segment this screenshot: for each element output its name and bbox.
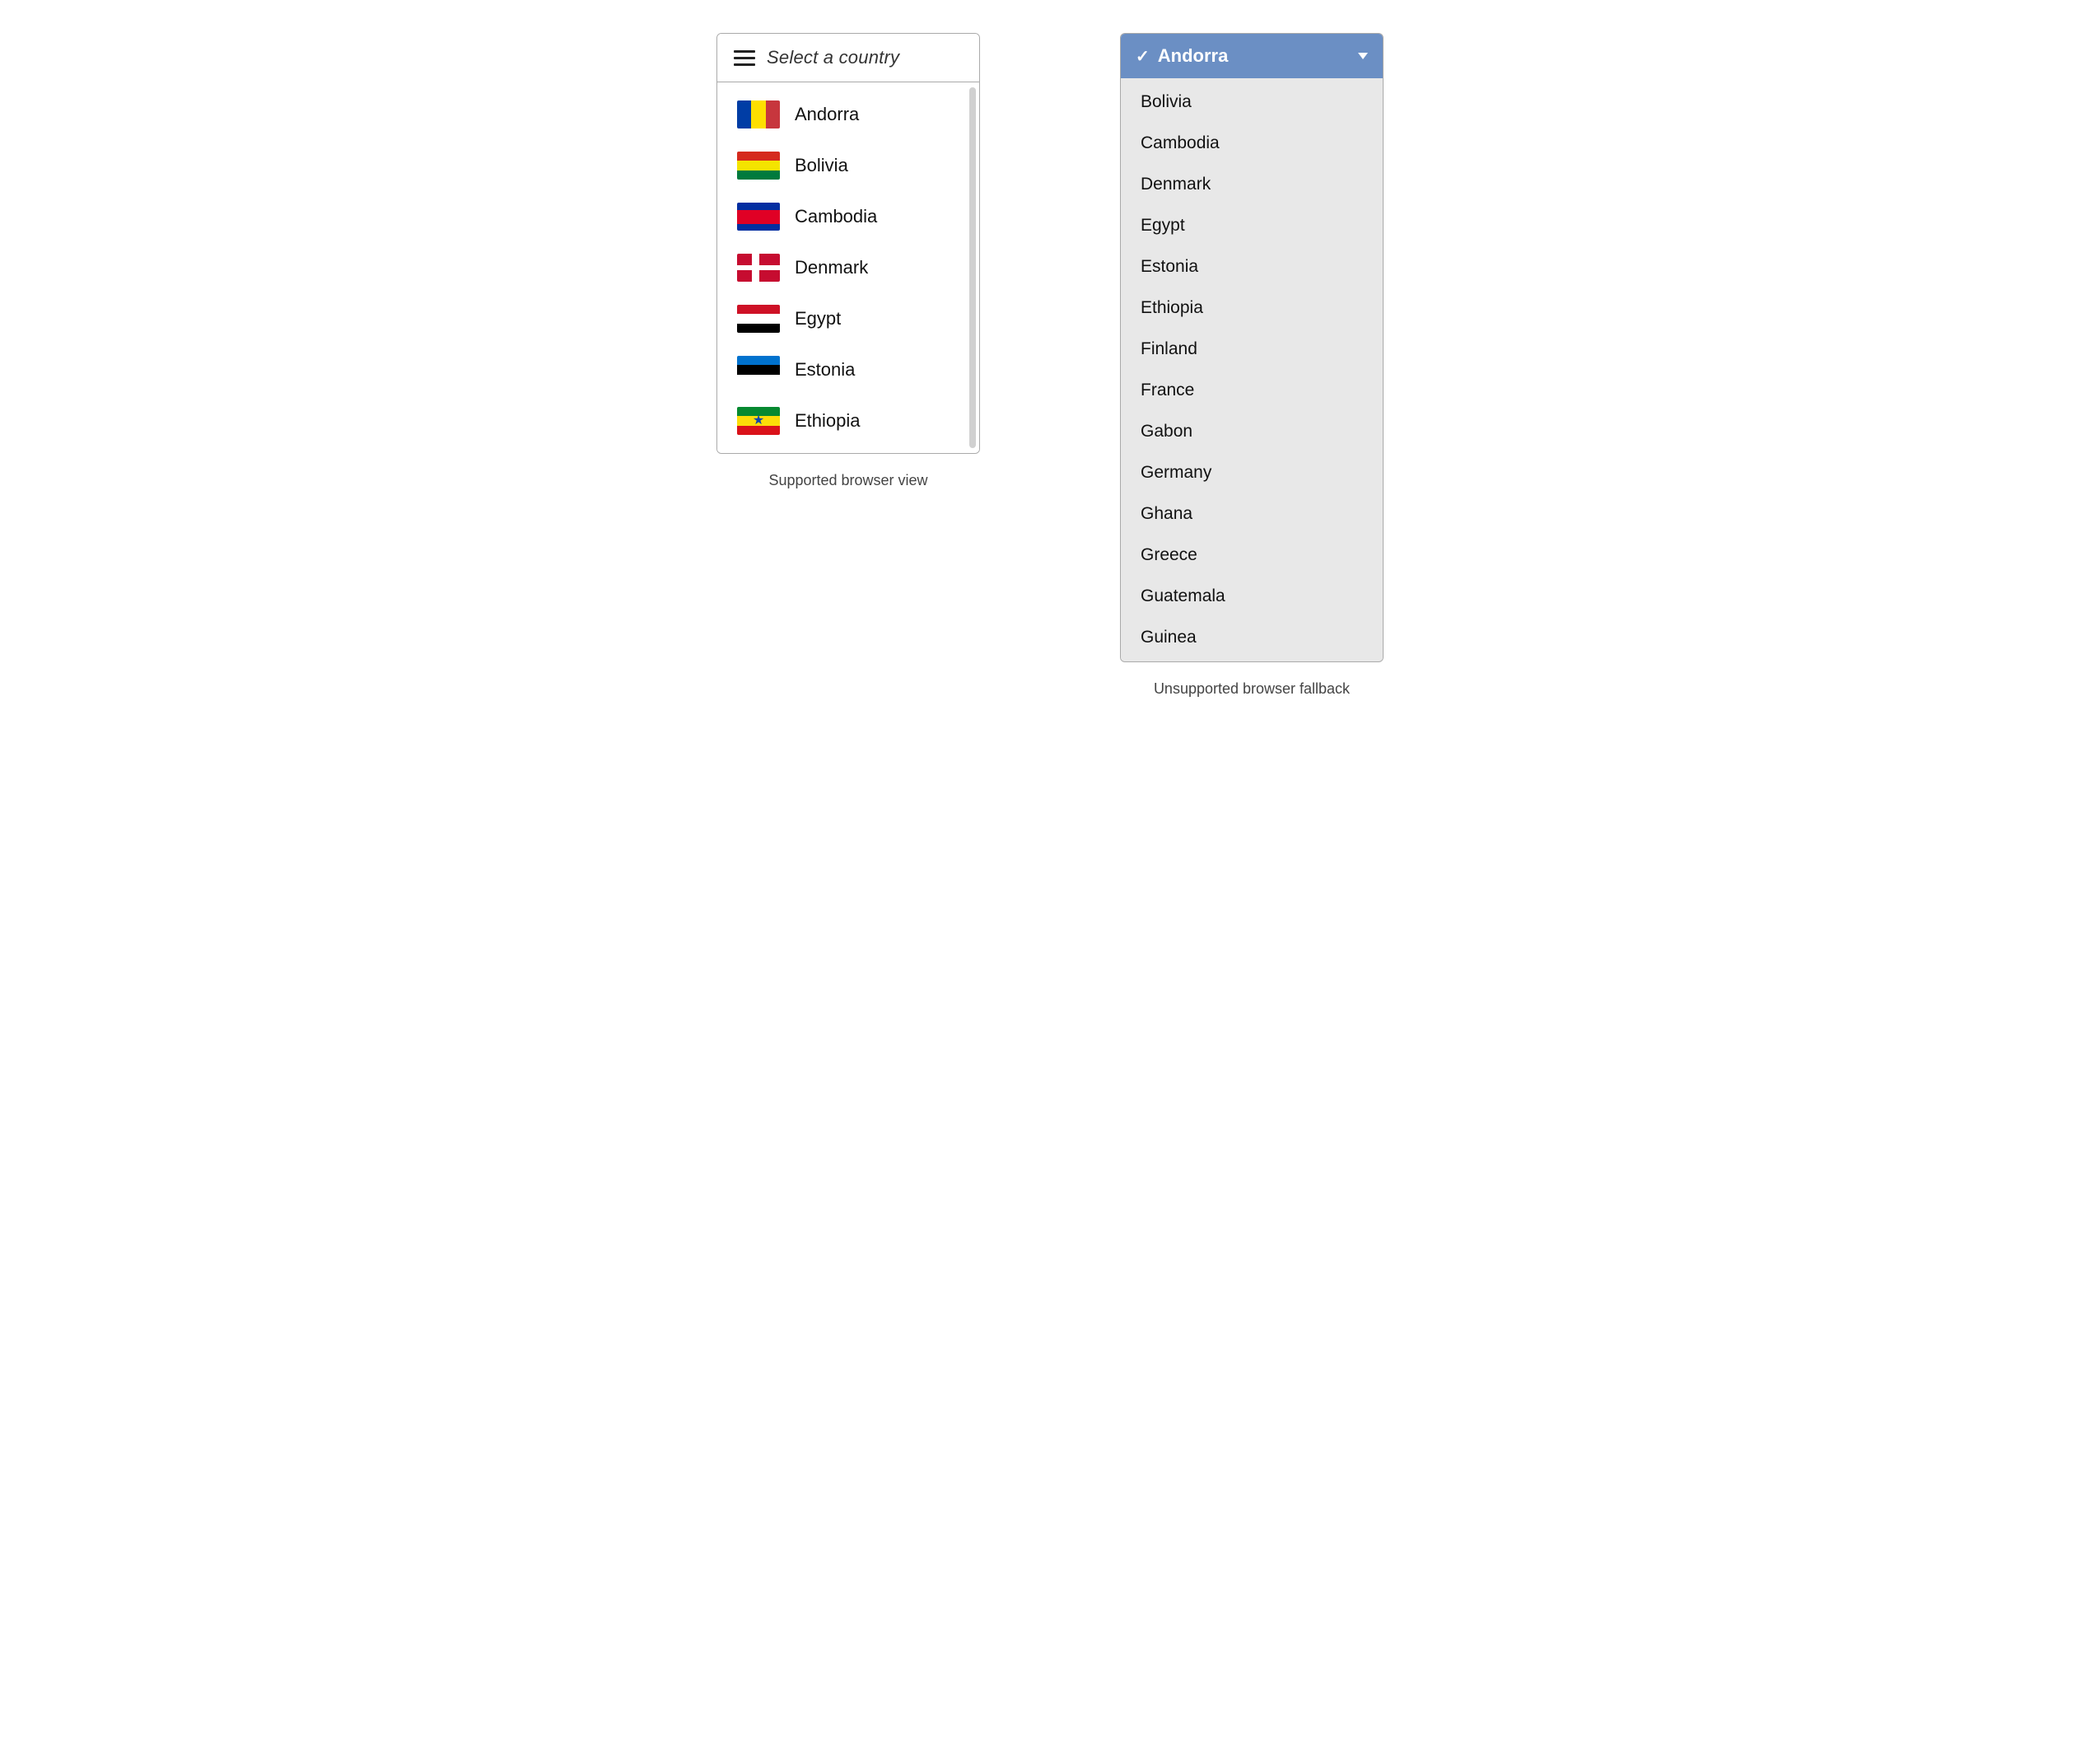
option-item[interactable]: Germany [1121,452,1383,493]
country-name: Estonia [795,359,855,381]
dropdown-arrow-icon [1358,53,1368,59]
left-panel: Select a country Andorra [679,33,1017,489]
option-item[interactable]: Greece [1121,535,1383,576]
option-item[interactable]: France [1121,370,1383,411]
list-item[interactable]: Andorra [717,89,979,140]
flag-denmark [737,254,780,282]
native-select[interactable]: ✓ Andorra Bolivia Cambodia Denmark Egypt… [1120,33,1384,662]
custom-select[interactable]: Select a country Andorra [716,33,980,454]
right-panel: ✓ Andorra Bolivia Cambodia Denmark Egypt… [1083,33,1421,698]
country-name: Cambodia [795,206,877,227]
list-item[interactable]: Estonia [717,344,979,395]
right-panel-label: Unsupported browser fallback [1154,680,1350,698]
country-name: Andorra [795,104,859,125]
flag-ethiopia [737,407,780,435]
list-item[interactable]: Ethiopia [717,395,979,446]
country-list: Andorra Bolivia Camb [717,82,979,453]
country-name: Egypt [795,308,841,329]
select-header[interactable]: Select a country [717,34,979,82]
option-item[interactable]: Guatemala [1121,576,1383,617]
list-item[interactable]: Egypt [717,293,979,344]
option-item[interactable]: Finland [1121,329,1383,370]
flag-andorra [737,100,780,128]
option-item[interactable]: Ghana [1121,493,1383,535]
options-list: Bolivia Cambodia Denmark Egypt Estonia E… [1121,78,1383,661]
country-name: Bolivia [795,155,848,176]
option-item[interactable]: Egypt [1121,205,1383,246]
left-panel-label: Supported browser view [768,472,927,489]
option-item[interactable]: Bolivia [1121,82,1383,123]
selected-text: Andorra [1158,45,1229,67]
option-item[interactable]: Ethiopia [1121,287,1383,329]
flag-bolivia [737,152,780,180]
page-wrapper: Select a country Andorra [679,33,1421,698]
hamburger-icon [734,50,755,66]
flag-egypt [737,305,780,333]
country-name: Ethiopia [795,410,861,432]
flag-cambodia [737,203,780,231]
option-item[interactable]: Denmark [1121,164,1383,205]
select-placeholder: Select a country [767,47,899,68]
option-item[interactable]: Cambodia [1121,123,1383,164]
checkmark-icon: ✓ [1136,46,1150,67]
country-name: Denmark [795,257,868,278]
list-item[interactable]: Cambodia [717,191,979,242]
option-item[interactable]: Gabon [1121,411,1383,452]
list-item[interactable]: Bolivia [717,140,979,191]
list-item[interactable]: Denmark [717,242,979,293]
selected-option[interactable]: ✓ Andorra [1121,34,1383,78]
option-item[interactable]: Guinea [1121,617,1383,658]
option-item[interactable]: Estonia [1121,246,1383,287]
flag-estonia [737,356,780,384]
